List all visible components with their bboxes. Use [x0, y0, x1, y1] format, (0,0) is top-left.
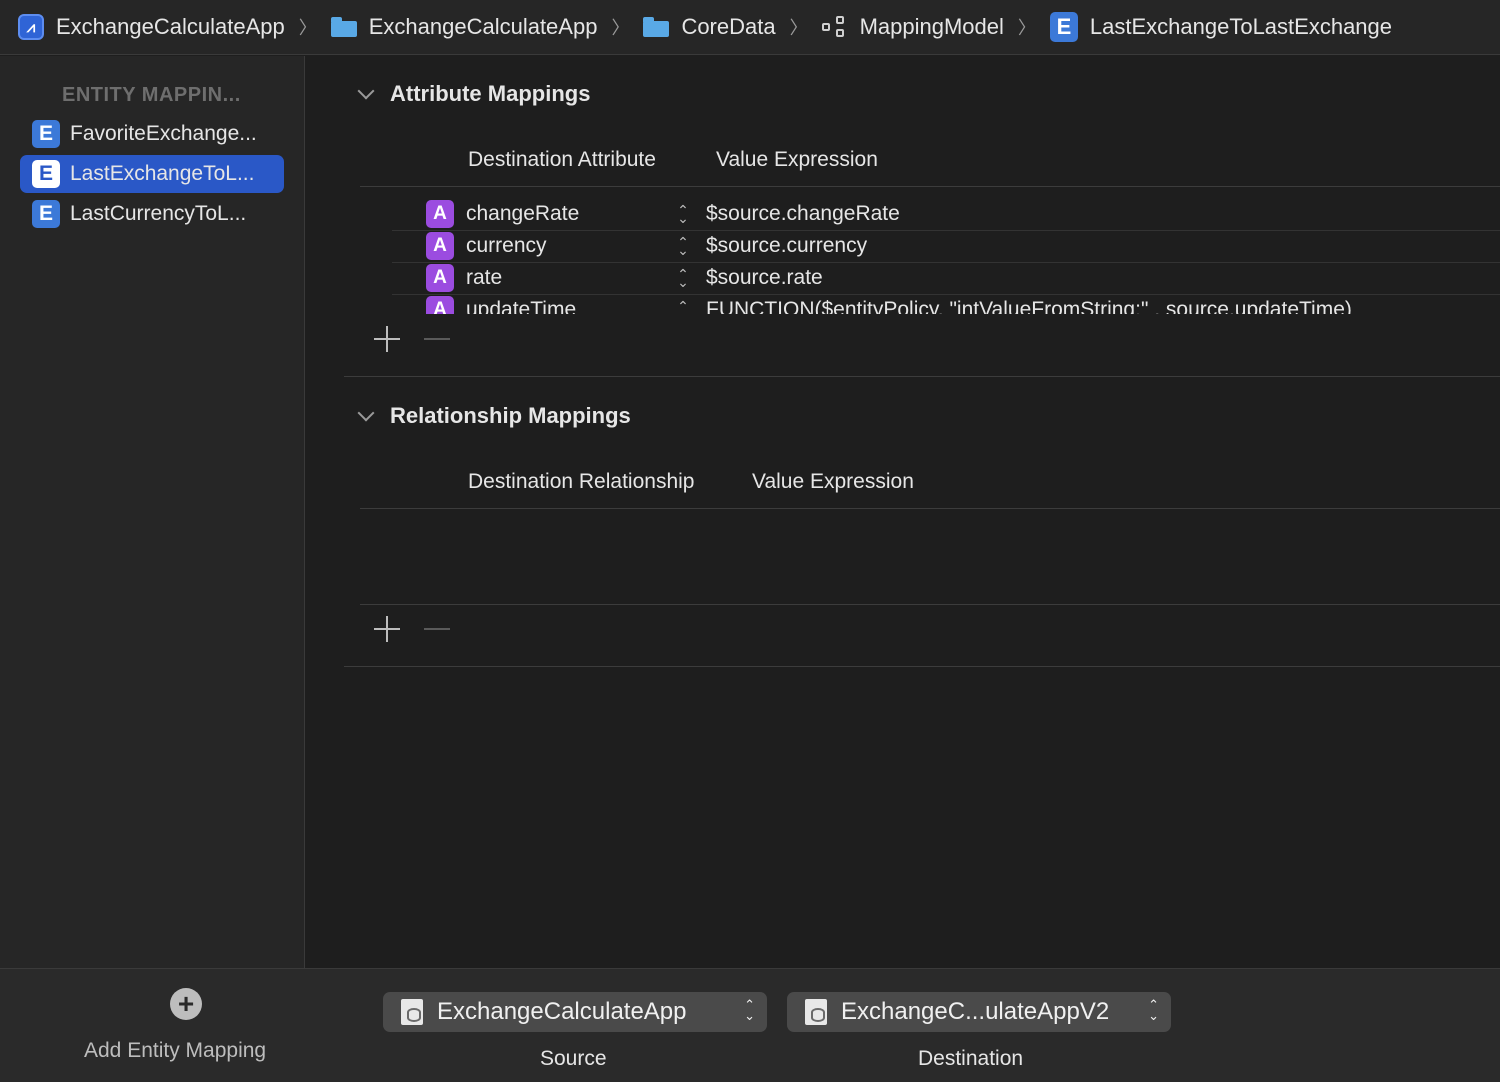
sidebar-item-label: LastCurrencyToL... — [70, 202, 247, 225]
mapping-model-icon — [821, 16, 848, 38]
remove-attribute-mapping-button[interactable] — [423, 325, 451, 353]
attribute-mappings-title: Attribute Mappings — [390, 81, 591, 106]
entity-mapping-icon: E — [32, 200, 60, 228]
breadcrumb-separator: 〉 — [789, 18, 808, 38]
breadcrumb-folder-app-label: ExchangeCalculateApp — [368, 14, 598, 39]
breadcrumb-mapping-model[interactable]: MappingModel — [821, 14, 1004, 40]
column-header-destination-relationship[interactable]: Destination Relationship — [468, 470, 694, 494]
mapping-editor: Attribute Mappings Destination Attribute… — [306, 56, 1500, 968]
xcode-project-icon: ⩘ — [18, 14, 44, 40]
value-expression[interactable]: FUNCTION($entityPolicy, "intValueFromStr… — [706, 298, 1352, 314]
table-row[interactable]: A updateTime ⌃ ⌄ FUNCTION($entityPolicy, … — [392, 294, 1500, 314]
entity-mapping-icon: E — [32, 120, 60, 148]
add-attribute-mapping-button[interactable] — [373, 325, 401, 353]
add-relationship-mapping-button[interactable] — [373, 615, 401, 643]
column-header-value-expression[interactable]: Value Expression — [752, 470, 914, 494]
sidebar-item-last-currency[interactable]: E LastCurrencyToL... — [20, 195, 284, 233]
destination-attribute: currency — [466, 234, 547, 257]
attribute-icon: A — [426, 232, 454, 260]
breadcrumb-project[interactable]: ⩘ ExchangeCalculateApp — [18, 14, 285, 40]
folder-icon — [643, 17, 670, 37]
data-model-document-icon — [805, 999, 827, 1025]
attribute-icon: A — [426, 296, 454, 314]
destination-model-value: ExchangeC...ulateAppV2 — [841, 998, 1110, 1025]
breadcrumb-project-label: ExchangeCalculateApp — [56, 14, 285, 39]
popup-stepper-icon[interactable]: ⌃ ⌄ — [666, 267, 700, 289]
add-entity-mapping-icon[interactable]: + — [170, 988, 202, 1020]
entity-mappings-sidebar: ENTITY MAPPIN... E FavoriteExchange... E… — [0, 56, 305, 968]
value-expression[interactable]: $source.rate — [706, 266, 823, 290]
attribute-mappings-table: A changeRate ⌃ ⌄ $source.changeRate A cur… — [306, 196, 1500, 314]
sidebar-item-label: LastExchangeToL... — [70, 162, 255, 185]
header-divider — [360, 186, 1500, 187]
destination-attribute: changeRate — [466, 202, 580, 225]
destination-attribute: updateTime — [466, 298, 577, 314]
entity-mapping-icon: E — [1049, 12, 1078, 42]
destination-model-popup[interactable]: ExchangeC...ulateAppV2 ⌃ ⌄ — [787, 992, 1171, 1032]
bottom-bar: + Add Entity Mapping ExchangeCalculateAp… — [0, 968, 1500, 1082]
breadcrumb-folder-app[interactable]: ExchangeCalculateApp — [330, 14, 598, 40]
breadcrumb-separator: 〉 — [611, 18, 630, 38]
value-expression[interactable]: $source.currency — [706, 234, 867, 258]
relationship-mappings-header[interactable]: Relationship Mappings — [357, 403, 631, 429]
destination-label: Destination — [918, 1047, 1024, 1070]
table-row[interactable]: A changeRate ⌃ ⌄ $source.changeRate — [392, 198, 1500, 230]
breadcrumb: ⩘ ExchangeCalculateApp 〉 ExchangeCalcula… — [0, 0, 1500, 55]
source-model-value: ExchangeCalculateApp — [437, 998, 687, 1025]
section-divider — [344, 376, 1500, 377]
table-row[interactable]: A currency ⌃ ⌄ $source.currency — [392, 230, 1500, 262]
popup-arrows-icon: ⌃ ⌄ — [1148, 997, 1159, 1023]
popup-stepper-icon[interactable]: ⌃ ⌄ — [666, 235, 700, 257]
breadcrumb-entity-mapping-label: LastExchangeToLastExchange — [1089, 14, 1393, 39]
source-label: Source — [540, 1047, 607, 1070]
column-header-destination-attribute[interactable]: Destination Attribute — [468, 148, 656, 172]
attribute-icon: A — [426, 200, 454, 228]
table-row[interactable]: A rate ⌃ ⌄ $source.rate — [392, 262, 1500, 294]
data-model-document-icon — [401, 999, 423, 1025]
source-model-popup[interactable]: ExchangeCalculateApp ⌃ ⌄ — [383, 992, 767, 1032]
chevron-down-icon[interactable] — [357, 404, 375, 422]
breadcrumb-separator: 〉 — [298, 18, 317, 38]
relationship-mappings-title: Relationship Mappings — [390, 403, 631, 428]
breadcrumb-entity-mapping[interactable]: E LastExchangeToLastExchange — [1049, 12, 1393, 42]
popup-stepper-icon[interactable]: ⌃ ⌄ — [666, 203, 700, 225]
breadcrumb-mapping-model-label: MappingModel — [859, 14, 1004, 39]
popup-stepper-icon[interactable]: ⌃ ⌄ — [666, 299, 700, 314]
entity-mapping-icon: E — [32, 160, 60, 188]
sidebar-item-last-exchange[interactable]: E LastExchangeToL... — [20, 155, 284, 193]
sidebar-item-label: FavoriteExchange... — [70, 122, 257, 145]
breadcrumb-folder-coredata-label: CoreData — [681, 14, 776, 39]
attribute-add-remove — [373, 325, 451, 353]
attribute-icon: A — [426, 264, 454, 292]
column-header-value-expression[interactable]: Value Expression — [716, 148, 878, 172]
section-divider — [344, 666, 1500, 667]
breadcrumb-folder-coredata[interactable]: CoreData — [643, 14, 776, 40]
breadcrumb-separator: 〉 — [1017, 18, 1036, 38]
folder-icon — [330, 17, 357, 37]
relationship-add-remove — [373, 615, 451, 643]
destination-attribute: rate — [466, 266, 503, 289]
chevron-down-icon[interactable] — [357, 82, 375, 100]
header-divider — [360, 508, 1500, 509]
add-entity-mapping-button[interactable]: Add Entity Mapping — [84, 1039, 266, 1063]
table-bottom-divider — [360, 604, 1500, 605]
attribute-mappings-header[interactable]: Attribute Mappings — [357, 81, 591, 107]
value-expression[interactable]: $source.changeRate — [706, 202, 900, 226]
popup-arrows-icon: ⌃ ⌄ — [744, 997, 755, 1023]
sidebar-header: ENTITY MAPPIN... — [62, 84, 241, 106]
remove-relationship-mapping-button[interactable] — [423, 615, 451, 643]
sidebar-item-favorite-exchange[interactable]: E FavoriteExchange... — [20, 115, 284, 153]
